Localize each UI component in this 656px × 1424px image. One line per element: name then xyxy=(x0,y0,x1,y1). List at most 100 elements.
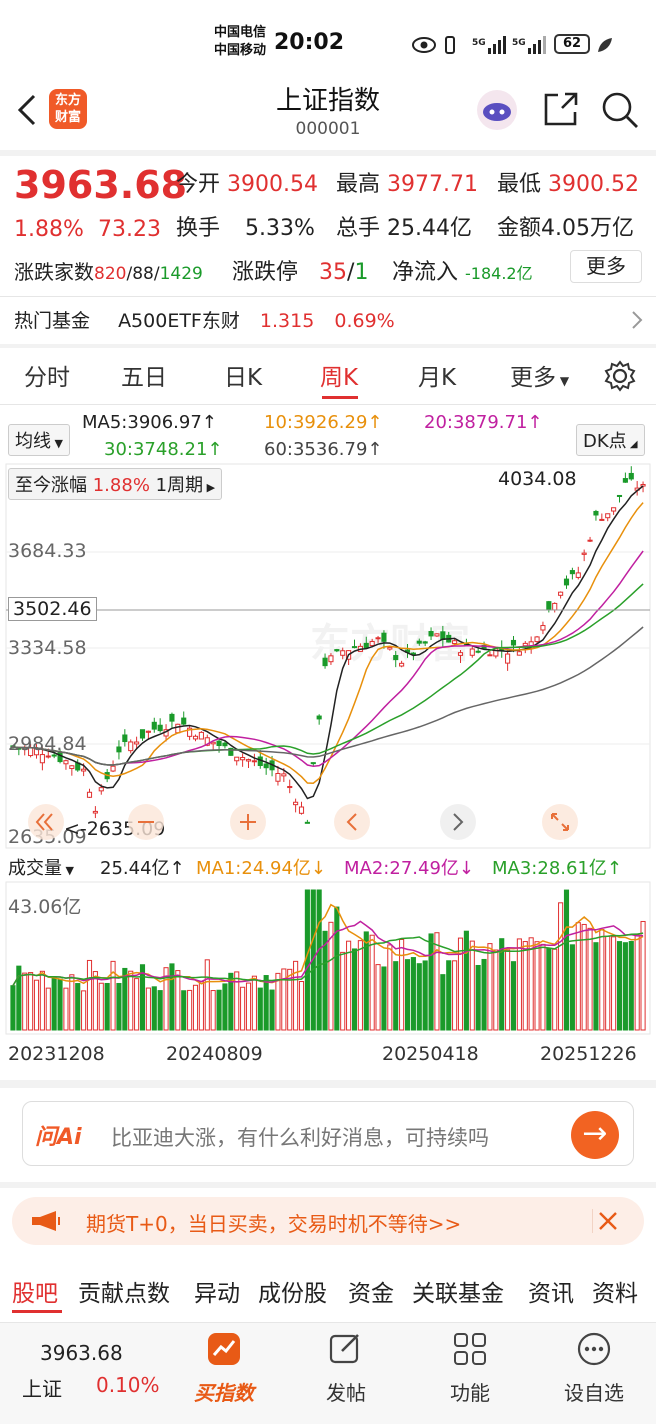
open-label: 今开 xyxy=(176,172,221,197)
close-icon[interactable] xyxy=(592,1207,620,1235)
divider xyxy=(0,1080,656,1088)
fullscreen-icon[interactable] xyxy=(542,804,578,840)
limit-up: 35 xyxy=(319,260,348,285)
scroll-left-icon[interactable] xyxy=(334,804,370,840)
gain-label: 至今涨幅 xyxy=(15,475,87,496)
subtab-contribution[interactable]: 贡献点数 xyxy=(78,1274,170,1308)
volume-bar xyxy=(222,983,228,1031)
volume-bar xyxy=(434,932,440,1031)
volume-selector[interactable]: 成交量 ▼ xyxy=(8,854,74,880)
subtab-profile[interactable]: 资料 xyxy=(592,1274,638,1308)
candle-body xyxy=(234,756,240,762)
volume-bar xyxy=(204,959,210,1031)
candle-body xyxy=(487,654,493,657)
volume-ma3: MA3:28.61亿↑ xyxy=(492,858,622,879)
candle-body xyxy=(98,787,104,792)
ma-selector[interactable]: 均线 ▼ xyxy=(8,424,70,456)
volume-bar xyxy=(134,978,140,1031)
volume-bar xyxy=(558,902,564,1031)
status-bar: 中国电信 中国移动 20:02 5G 5G 62 xyxy=(0,0,656,74)
candle-body xyxy=(587,539,593,542)
volume-bar xyxy=(263,975,269,1031)
nav-function-label: 功能 xyxy=(450,1381,490,1405)
divider xyxy=(0,1182,656,1188)
scroll-right-icon[interactable] xyxy=(440,804,476,840)
candle-body xyxy=(428,630,434,637)
tab-fenshi[interactable]: 分时 xyxy=(24,358,70,392)
zoom-in-icon[interactable] xyxy=(230,804,266,840)
chevron-right-icon xyxy=(632,311,643,329)
candle-body xyxy=(510,639,517,646)
more-quote-button[interactable]: 更多 xyxy=(570,250,642,283)
candlestick-chart[interactable]: 东方财富 xyxy=(0,462,656,852)
divider xyxy=(0,344,656,348)
hot-fund-label: 热门基金 xyxy=(14,310,91,332)
zoom-out-icon[interactable] xyxy=(128,804,164,840)
ask-ai-submit-button[interactable]: → xyxy=(571,1111,619,1159)
y-tick-3: 2984.84 xyxy=(8,733,87,755)
tab-5day[interactable]: 五日 xyxy=(121,358,167,392)
robot-assistant-icon[interactable] xyxy=(474,88,520,132)
volume-bar xyxy=(334,906,340,1031)
carrier-labels: 中国电信 中国移动 xyxy=(214,24,266,60)
volume-bar xyxy=(175,970,181,1031)
search-icon[interactable] xyxy=(600,90,640,130)
volume-bar xyxy=(440,974,446,1031)
subtab-capital[interactable]: 资金 xyxy=(348,1274,394,1308)
volume-bar xyxy=(393,961,399,1031)
subtab-movement[interactable]: 异动 xyxy=(194,1274,240,1308)
volume-bar xyxy=(81,990,87,1031)
subtab-constituents[interactable]: 成份股 xyxy=(258,1274,327,1308)
period-label: 1周期 xyxy=(155,475,204,496)
scroll-left-double-icon[interactable] xyxy=(28,804,64,840)
volume-bar xyxy=(563,889,570,1031)
candle-body xyxy=(340,650,346,656)
subtab-related-funds[interactable]: 关联基金 xyxy=(412,1274,504,1308)
volume-bar xyxy=(469,940,475,1031)
limit-label: 涨跌停 xyxy=(232,260,299,285)
candle-body xyxy=(434,633,440,637)
volume-bar xyxy=(410,957,416,1031)
candle-body xyxy=(381,632,387,642)
divider xyxy=(0,404,656,405)
volume-bar xyxy=(63,987,69,1031)
candle-body xyxy=(39,754,45,764)
volume-bar xyxy=(316,889,322,1031)
share-icon[interactable] xyxy=(542,90,580,128)
volume-bar xyxy=(522,941,528,1031)
ma60-value: 60:3536.79↑ xyxy=(264,439,383,460)
volume-bar xyxy=(628,941,634,1031)
candle-body xyxy=(139,729,146,739)
subtab-guba[interactable]: 股吧 xyxy=(12,1274,58,1308)
tab-monthly-k[interactable]: 月K xyxy=(418,358,456,392)
dk-point-button[interactable]: DK点 ◢ xyxy=(576,424,645,456)
tab-weekly-k[interactable]: 周K xyxy=(320,358,358,392)
volume-bar xyxy=(169,963,175,1031)
crosshair-value: 3502.46 xyxy=(8,597,97,621)
volume-bar xyxy=(75,983,81,1031)
ma30-value: 30:3748.21↑ xyxy=(104,439,223,460)
candle-body xyxy=(116,746,122,753)
subtab-news[interactable]: 资讯 xyxy=(528,1274,574,1308)
flat-count: 88 xyxy=(132,264,154,284)
candle-body xyxy=(563,578,570,586)
candle-body xyxy=(251,760,257,763)
volume-bar xyxy=(357,940,363,1031)
period-tabs: 分时 五日 日K 周K 月K 更多 ▼ xyxy=(0,358,656,398)
candle-body xyxy=(51,754,57,757)
status-icons: 5G 5G xyxy=(412,36,546,54)
ask-ai-prompt: 比亚迪大涨，有什么利好消息，可持续吗 xyxy=(111,1126,489,1150)
volume-chart[interactable] xyxy=(0,880,656,1036)
gain-value: 1.88% xyxy=(92,475,150,496)
hot-fund-row[interactable]: 热门基金 A500ETF东财 1.315 0.69% xyxy=(14,306,395,333)
gain-since-chip[interactable]: 至今涨幅 1.88% 1周期 ▶ xyxy=(8,468,223,500)
candle-body xyxy=(181,717,187,725)
settings-gear-icon[interactable] xyxy=(604,360,636,392)
amount-label: 金额 xyxy=(497,216,542,241)
tab-daily-k[interactable]: 日K xyxy=(224,358,262,392)
promo-banner[interactable]: 期货T+0，当日买卖，交易时机不等待>> xyxy=(12,1197,644,1245)
volume-bar xyxy=(634,934,640,1031)
x-date-3: 20250418 xyxy=(382,1043,479,1065)
ask-ai-box[interactable]: 问Ai 比亚迪大涨，有什么利好消息，可持续吗 → xyxy=(22,1101,634,1166)
tab-more[interactable]: 更多 ▼ xyxy=(510,358,569,392)
